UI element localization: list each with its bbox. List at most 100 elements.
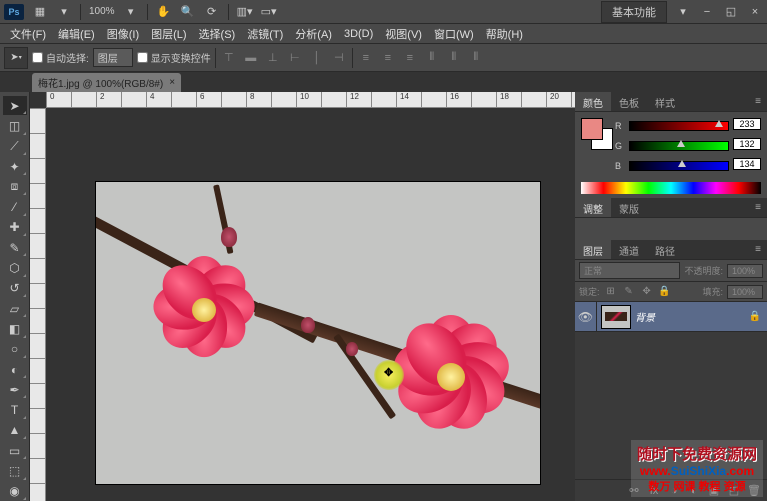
tab-channels[interactable]: 通道: [611, 240, 647, 259]
zoom-label[interactable]: 100%: [85, 6, 119, 17]
bridge-icon[interactable]: ▦: [29, 2, 51, 22]
rotate-view-icon[interactable]: ⟳: [201, 2, 223, 22]
zoom-tool-icon[interactable]: 🔍: [177, 2, 199, 22]
align-hcenter-icon[interactable]: │: [308, 49, 326, 67]
lock-badge-icon: 🔒: [749, 311, 761, 322]
type-tool[interactable]: T: [3, 400, 27, 419]
align-right-icon[interactable]: ⊣: [330, 49, 348, 67]
workspace-switcher[interactable]: 基本功能: [601, 1, 667, 23]
tab-color[interactable]: 颜色: [575, 92, 611, 111]
blend-mode-select[interactable]: 正常: [579, 262, 680, 279]
align-bottom-icon[interactable]: ⊥: [264, 49, 282, 67]
crop-tool[interactable]: ⧈: [3, 177, 27, 196]
ruler-vertical[interactable]: [30, 108, 46, 501]
auto-select-checkbox[interactable]: 自动选择:: [32, 50, 89, 65]
menu-window[interactable]: 窗口(W): [428, 24, 480, 44]
tab-masks[interactable]: 蒙版: [611, 198, 647, 217]
tab-paths[interactable]: 路径: [647, 240, 683, 259]
layer-name[interactable]: 背景: [635, 309, 749, 324]
shape-tool[interactable]: ▭: [3, 441, 27, 460]
menu-analysis[interactable]: 分析(A): [289, 24, 338, 44]
history-brush-tool[interactable]: ↺: [3, 279, 27, 298]
tab-swatches[interactable]: 色板: [611, 92, 647, 111]
visibility-icon[interactable]: 👁: [575, 302, 597, 332]
move-tool[interactable]: ➤: [3, 96, 27, 115]
move-tool-preset-icon[interactable]: ➤▾: [4, 47, 28, 69]
lock-pos-icon[interactable]: ✥: [640, 285, 654, 299]
stamp-tool[interactable]: ⬡: [3, 258, 27, 277]
lock-all-icon[interactable]: 🔒: [658, 285, 672, 299]
lock-pixels-icon[interactable]: ✎: [622, 285, 636, 299]
distribute-hc-icon[interactable]: ⫴: [445, 49, 463, 67]
distribute-vc-icon[interactable]: ≡: [379, 49, 397, 67]
adjust-panel-menu-icon[interactable]: ≡: [749, 198, 767, 217]
align-top-icon[interactable]: ⊤: [220, 49, 238, 67]
r-value[interactable]: 233: [733, 118, 761, 130]
b-label: B: [615, 161, 625, 171]
lasso-tool[interactable]: ⟋: [3, 137, 27, 156]
brush-tool[interactable]: ✎: [3, 238, 27, 257]
layer-item-background[interactable]: 👁 背景 🔒: [575, 302, 767, 332]
r-slider[interactable]: [629, 121, 729, 131]
heal-tool[interactable]: ✚: [3, 218, 27, 237]
align-vcenter-icon[interactable]: ▬: [242, 49, 260, 67]
tab-adjustments[interactable]: 调整: [575, 198, 611, 217]
path-select-tool[interactable]: ▲: [3, 421, 27, 440]
menu-file[interactable]: 文件(F): [4, 24, 52, 44]
history-icon[interactable]: ▾: [53, 2, 75, 22]
gradient-tool[interactable]: ◧: [3, 319, 27, 338]
g-slider[interactable]: [629, 141, 729, 151]
r-label: R: [615, 121, 625, 131]
menu-layer[interactable]: 图层(L): [145, 24, 192, 44]
menu-image[interactable]: 图像(I): [101, 24, 145, 44]
blur-tool[interactable]: ○: [3, 340, 27, 359]
fill-label: 填充:: [702, 285, 723, 298]
zoom-dropdown-icon[interactable]: ▾: [120, 2, 142, 22]
foreground-color-swatch[interactable]: [581, 118, 603, 140]
pen-tool[interactable]: ✒: [3, 380, 27, 399]
ruler-horizontal[interactable]: 0 2 4 6 8 10 12 14 16 18 20: [46, 92, 575, 108]
distribute-right-icon[interactable]: ⫴: [467, 49, 485, 67]
menu-3d[interactable]: 3D(D): [338, 26, 379, 42]
menu-select[interactable]: 选择(S): [193, 24, 242, 44]
layer-thumbnail[interactable]: [601, 305, 631, 329]
tab-close-icon[interactable]: ×: [169, 77, 175, 88]
layers-panel-menu-icon[interactable]: ≡: [749, 240, 767, 259]
screen-mode-icon[interactable]: ▭▾: [258, 2, 280, 22]
restore-icon[interactable]: ◱: [720, 2, 742, 22]
dodge-tool[interactable]: ◐: [3, 360, 27, 379]
menu-view[interactable]: 视图(V): [379, 24, 428, 44]
wand-tool[interactable]: ✦: [3, 157, 27, 176]
lock-trans-icon[interactable]: ⊞: [604, 285, 618, 299]
distribute-top-icon[interactable]: ≡: [357, 49, 375, 67]
auto-select-target[interactable]: 图层: [93, 48, 133, 67]
arrange-docs-icon[interactable]: ▥▾: [234, 2, 256, 22]
eyedropper-tool[interactable]: ⁄: [3, 197, 27, 216]
opacity-value[interactable]: 100%: [727, 264, 763, 278]
minimize-icon[interactable]: −: [696, 2, 718, 22]
3d-tool[interactable]: ⬚: [3, 461, 27, 480]
menu-filter[interactable]: 滤镜(T): [241, 24, 289, 44]
distribute-bot-icon[interactable]: ≡: [401, 49, 419, 67]
distribute-left-icon[interactable]: ⫴: [423, 49, 441, 67]
show-transform-checkbox[interactable]: 显示变换控件: [137, 50, 211, 65]
tab-styles[interactable]: 样式: [647, 92, 683, 111]
workspace-dropdown-icon[interactable]: ▾: [672, 2, 694, 22]
tab-layers[interactable]: 图层: [575, 240, 611, 259]
fill-value[interactable]: 100%: [727, 285, 763, 299]
menu-help[interactable]: 帮助(H): [480, 24, 529, 44]
marquee-tool[interactable]: ◫: [3, 116, 27, 135]
3d-camera-tool[interactable]: ◉: [3, 482, 27, 501]
eraser-tool[interactable]: ▱: [3, 299, 27, 318]
color-panel-menu-icon[interactable]: ≡: [749, 92, 767, 111]
b-value[interactable]: 134: [733, 158, 761, 170]
g-value[interactable]: 132: [733, 138, 761, 150]
menu-edit[interactable]: 编辑(E): [52, 24, 101, 44]
close-icon[interactable]: ×: [744, 2, 766, 22]
align-left-icon[interactable]: ⊢: [286, 49, 304, 67]
hand-tool-icon[interactable]: ✋: [153, 2, 175, 22]
b-slider[interactable]: [629, 161, 729, 171]
canvas-image[interactable]: ✥: [96, 182, 540, 484]
document-tab[interactable]: 梅花1.jpg @ 100%(RGB/8#) ×: [32, 73, 181, 92]
color-spectrum[interactable]: [581, 182, 761, 194]
